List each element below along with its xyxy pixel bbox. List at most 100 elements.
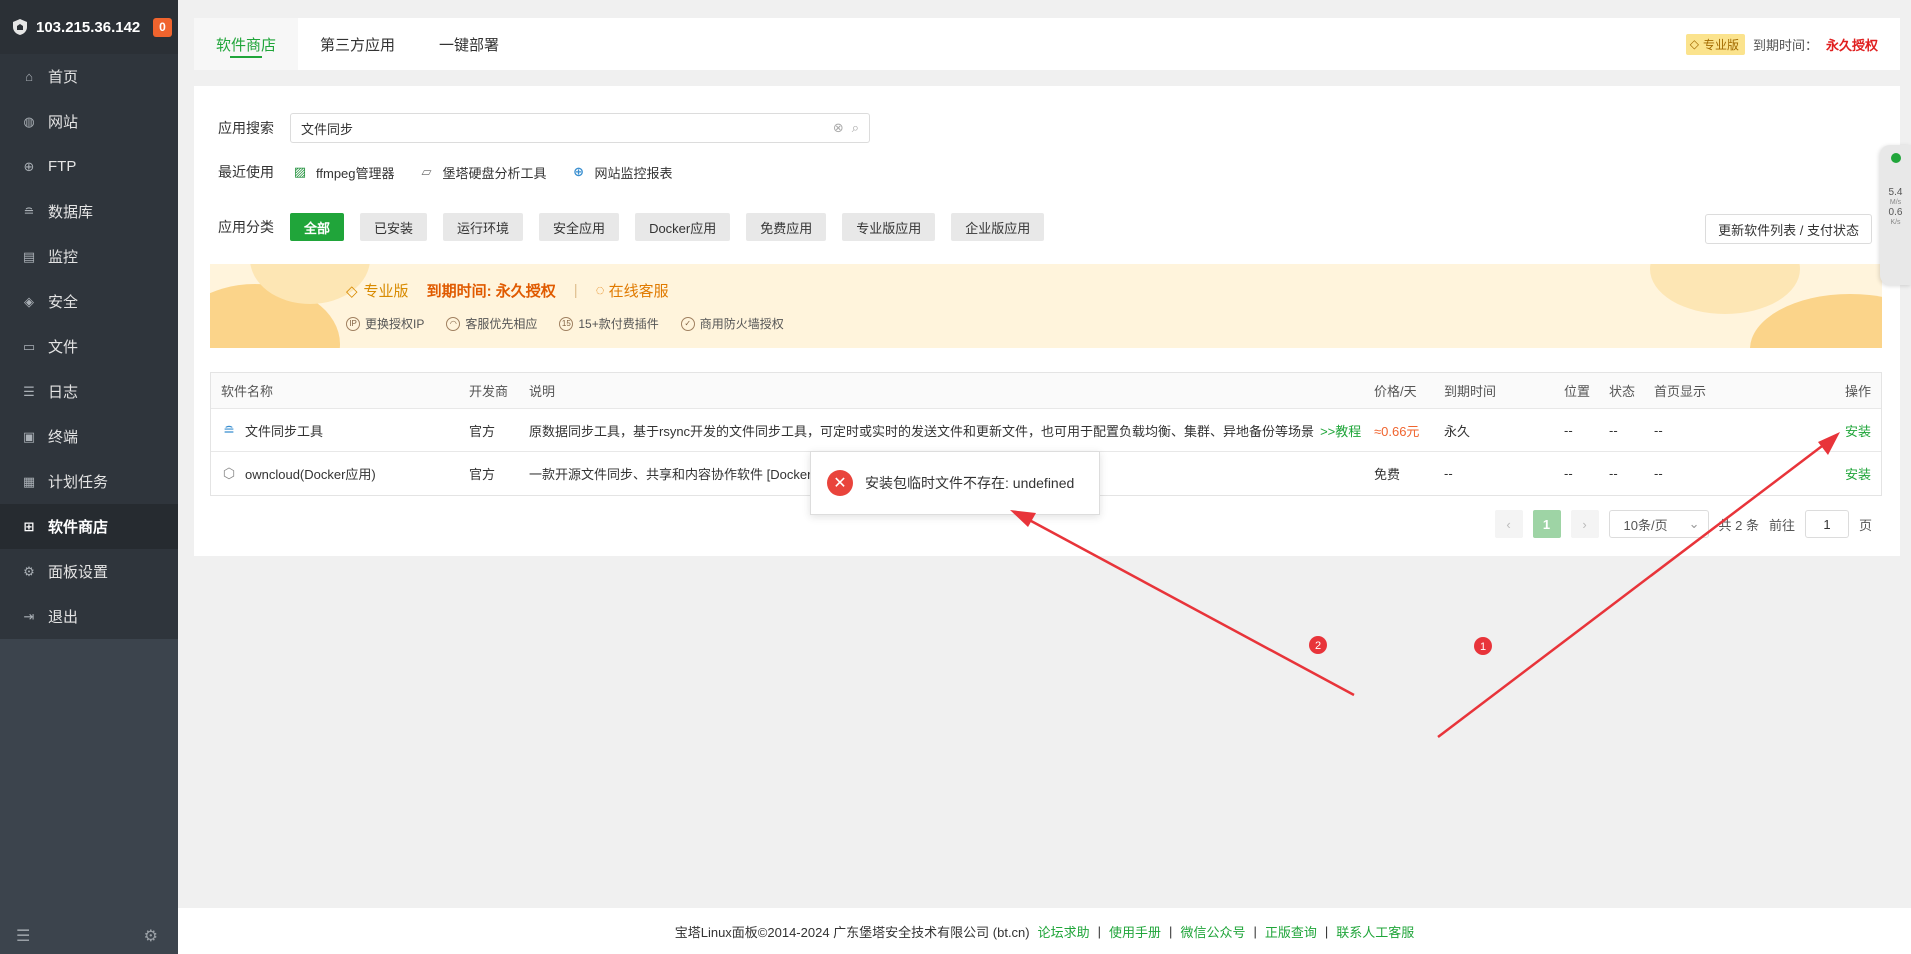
category-list: 全部 已安装 运行环境 安全应用 Docker应用 免费应用 专业版应用 企业版… xyxy=(290,213,1045,241)
row-price: 免费 xyxy=(1374,467,1401,482)
shield-logo-icon xyxy=(12,18,28,36)
diamond-icon: ◇ xyxy=(1689,37,1699,51)
online-service-link[interactable]: ◌ 在线客服 xyxy=(596,280,669,301)
category-docker[interactable]: Docker应用 xyxy=(635,213,731,241)
banner-wave-right-top xyxy=(1650,264,1800,314)
update-software-list-button[interactable]: 更新软件列表 / 支付状态 xyxy=(1705,214,1872,244)
banner-divider: | xyxy=(573,282,578,299)
sidebar-item-logout[interactable]: ⇥ 退出 xyxy=(0,594,178,639)
plugin-icon: 15 xyxy=(559,316,574,331)
footer-separator: | xyxy=(1097,923,1102,939)
pro-version-badge[interactable]: ◇ 专业版 xyxy=(1685,33,1745,55)
category-label: 应用分类 xyxy=(218,219,274,235)
alert-count-badge[interactable]: 0 xyxy=(153,17,172,37)
row-position: -- xyxy=(1564,422,1573,438)
recent-item-disk-analyzer[interactable]: ▱ 堡塔硬盘分析工具 xyxy=(417,162,547,182)
chat-icon: ◌ xyxy=(595,282,605,299)
sidebar-item-settings[interactable]: ⚙ 面板设置 xyxy=(0,549,178,594)
category-security[interactable]: 安全应用 xyxy=(539,213,620,241)
pro-banner: ◇ 专业版 到期时间: 永久授权 | ◌ 在线客服 IP 更换授权IP ◠ 客服优先相应… xyxy=(210,264,1882,348)
goto-page-input[interactable]: 1 xyxy=(1804,510,1849,538)
row-expire: -- xyxy=(1444,466,1453,481)
row-dev: 官方 xyxy=(469,467,496,482)
next-page-button[interactable]: › xyxy=(1570,510,1599,538)
sidebar-menu: ⌂ 首页 ◍ 网站 ⊕ FTP ≘ 数据库 ▤ 监控 ◈ 安全 ▭ 文件 ☰ 日志 ▣ 终端 ▦ 计… xyxy=(0,54,178,639)
error-message: 安装包临时文件不存在: undefined xyxy=(865,475,1075,491)
search-icon[interactable]: ⌕ xyxy=(852,120,859,136)
col-name: 软件名称 xyxy=(221,384,274,399)
category-all[interactable]: 全部 xyxy=(290,213,345,241)
footer-link-manual[interactable]: 使用手册 xyxy=(1109,922,1161,941)
logout-icon: ⇥ xyxy=(23,608,35,624)
table-header: 软件名称 开发商 说明 价格/天 到期时间 位置 状态 首页显示 操作 xyxy=(211,373,1881,409)
category-pro[interactable]: 专业版应用 xyxy=(842,213,936,241)
copyright: 宝塔Linux面板©2014-2024 广东堡塔安全技术有限公司 (bt.cn) xyxy=(674,924,1030,940)
folder-icon: ▭ xyxy=(22,338,36,354)
sidebar-item-database[interactable]: ≘ 数据库 xyxy=(0,189,178,234)
recent-list: ▨ ffmpeg管理器 ▱ 堡塔硬盘分析工具 ⊕ 网站监控报表 xyxy=(290,162,673,182)
banner-expire: 到期时间: 永久授权 xyxy=(426,283,556,300)
error-icon: ✕ xyxy=(827,470,853,496)
sidebar-item-files[interactable]: ▭ 文件 xyxy=(0,324,178,369)
cube-icon: ⬡ xyxy=(222,465,236,481)
install-button[interactable]: 安装 xyxy=(1744,421,1881,440)
expire-label: 到期时间： xyxy=(1752,37,1818,53)
sidebar-item-ftp[interactable]: ⊕ FTP xyxy=(0,144,178,189)
category-free[interactable]: 免费应用 xyxy=(746,213,827,241)
annotation-label-2: 2 xyxy=(1315,640,1321,652)
tutorial-link[interactable]: >>教程 xyxy=(1320,424,1361,439)
col-position: 位置 xyxy=(1564,384,1591,399)
terminal-icon: ▣ xyxy=(22,428,36,444)
sidebar-item-store[interactable]: ⊞ 软件商店 xyxy=(0,504,178,549)
shield-check-icon: ✓ xyxy=(680,316,695,331)
footer-link-wechat[interactable]: 微信公众号 xyxy=(1180,922,1245,941)
headset-icon: ◠ xyxy=(446,316,461,331)
category-installed[interactable]: 已安装 xyxy=(360,213,428,241)
page-size-select[interactable]: 10条/页 ⌄ xyxy=(1608,510,1709,538)
row-name[interactable]: ≘ 文件同步工具 xyxy=(211,421,459,440)
tab-software-store[interactable]: 软件商店 xyxy=(194,18,299,70)
tab-one-click-deploy[interactable]: 一键部署 xyxy=(417,18,521,70)
tab-third-party[interactable]: 第三方应用 xyxy=(298,18,417,70)
category-enterprise[interactable]: 企业版应用 xyxy=(951,213,1045,241)
sidebar-item-security[interactable]: ◈ 安全 xyxy=(0,279,178,324)
upload-unit: M/s xyxy=(1889,199,1902,206)
col-desc: 说明 xyxy=(529,384,556,399)
recent-item-ffmpeg[interactable]: ▨ ffmpeg管理器 xyxy=(290,162,395,182)
page-number-current[interactable]: 1 xyxy=(1532,510,1561,538)
footer-link-license-check[interactable]: 正版查询 xyxy=(1265,922,1317,941)
footer-link-support[interactable]: 联系人工客服 xyxy=(1336,922,1414,941)
sidebar-item-website[interactable]: ◍ 网站 xyxy=(0,99,178,144)
network-speed-widget[interactable]: 5.4 M/s 0.6 K/s xyxy=(1880,145,1911,285)
page-footer: 宝塔Linux面板©2014-2024 广东堡塔安全技术有限公司 (bt.cn)… xyxy=(178,908,1911,954)
search-row: 应用搜索 文件同步 ⊗ ⌕ xyxy=(218,113,870,143)
ffmpeg-icon: ▨ xyxy=(293,164,307,179)
theme-settings-icon[interactable]: ⚙ xyxy=(144,926,158,946)
search-input[interactable]: 文件同步 ⊗ ⌕ xyxy=(290,113,870,143)
col-op: 操作 xyxy=(1844,384,1871,399)
prev-page-button[interactable]: ‹ xyxy=(1494,510,1523,538)
sidebar-item-logs[interactable]: ☰ 日志 xyxy=(0,369,178,414)
top-tab-bar: 软件商店 第三方应用 一键部署 ◇ 专业版 到期时间： 永久授权 xyxy=(194,18,1900,70)
sidebar-item-home[interactable]: ⌂ 首页 xyxy=(0,54,178,99)
page-unit-label: 页 xyxy=(1858,517,1872,533)
collapse-menu-icon[interactable]: ☰ xyxy=(16,926,30,946)
sidebar-item-terminal[interactable]: ▣ 终端 xyxy=(0,414,178,459)
recent-item-web-monitor[interactable]: ⊕ 网站监控报表 xyxy=(569,162,672,182)
category-runtime[interactable]: 运行环境 xyxy=(443,213,524,241)
clear-icon[interactable]: ⊗ xyxy=(833,120,844,136)
row-name[interactable]: ⬡ owncloud(Docker应用) xyxy=(211,464,459,483)
sidebar-item-monitor[interactable]: ▤ 监控 xyxy=(0,234,178,279)
license-status: ◇ 专业版 到期时间： 永久授权 xyxy=(1685,33,1900,55)
sidebar-item-cron[interactable]: ▦ 计划任务 xyxy=(0,459,178,504)
feature-priority-support: ◠ 客服优先相应 xyxy=(446,315,537,332)
row-home: -- xyxy=(1654,422,1663,438)
diamond-icon: ◇ xyxy=(346,282,358,300)
footer-link-forum[interactable]: 论坛求助 xyxy=(1038,922,1090,941)
total-count: 共 2 条 xyxy=(1718,517,1759,533)
sidebar-header: 103.215.36.142 0 xyxy=(0,0,178,54)
table-row: ≘ 文件同步工具 官方 原数据同步工具，基于rsync开发的文件同步工具，可定时… xyxy=(211,409,1881,452)
banner-pro: ◇ 专业版 xyxy=(346,282,409,301)
server-ip: 103.215.36.142 xyxy=(36,18,141,36)
install-button[interactable]: 安装 xyxy=(1744,464,1881,483)
